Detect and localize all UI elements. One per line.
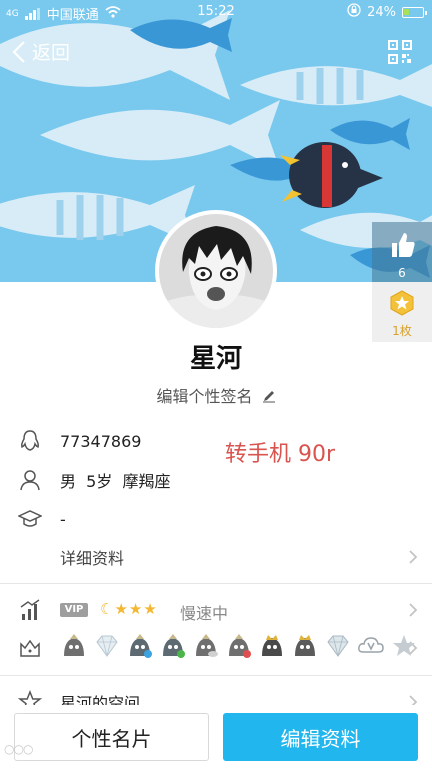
level-icons: ☾ ★ ★ ★ [100, 600, 157, 618]
crown-icon [20, 639, 40, 657]
cloud-v-badge-icon [358, 637, 384, 653]
personal-card-button[interactable]: 个性名片 [14, 713, 209, 761]
section-divider [0, 675, 432, 676]
battery-percent: 24% [367, 4, 396, 20]
badge-count-button[interactable]: 1枚 [372, 282, 432, 342]
basic-info: 男 5岁 摩羯座 [60, 472, 171, 491]
star-medal-icon [390, 290, 414, 316]
penguin-badge-icon [262, 635, 282, 656]
top-navigation: 返回 [0, 24, 432, 76]
vip-badge: VIP [60, 603, 88, 617]
speed-status: 慢速中 [180, 604, 229, 623]
star-badge-icon [393, 635, 415, 656]
penguin-badge-icon [229, 634, 251, 658]
school-value: - [60, 509, 66, 529]
penguin-badge-icon [196, 634, 218, 657]
signature-edit[interactable]: 编辑个性签名 [0, 383, 432, 407]
edit-profile-button[interactable]: 编辑资料 [223, 713, 418, 761]
penguin-badge-icon [163, 634, 185, 658]
graduation-cap-icon [18, 510, 42, 527]
nickname: 星河 [189, 344, 242, 374]
moon-icon: ☾ [100, 600, 114, 618]
thumbs-up-icon [392, 233, 415, 257]
like-button[interactable]: 6 [372, 222, 432, 282]
person-icon [20, 470, 40, 491]
badge-count: 1枚 [392, 324, 412, 338]
back-button[interactable]: 返回 [12, 38, 70, 65]
star-icon: ★ [143, 600, 157, 618]
penguin-badge-icon [64, 634, 84, 656]
rotation-lock-icon [347, 3, 361, 21]
diamond-badge-icon [327, 635, 349, 657]
status-bar: 4G 中国联通 15:22 24% [0, 0, 432, 24]
bottom-action-bar: 个性名片 编辑资料 [0, 705, 432, 768]
pencil-icon [262, 391, 275, 403]
diamond-badge-icon [96, 635, 118, 657]
chevron-left-icon [12, 40, 25, 63]
basic-info-row: 男 5岁 摩羯座 [0, 461, 432, 499]
level-chart-icon [20, 599, 40, 620]
badge-list [60, 632, 418, 660]
avatar-image [159, 214, 273, 328]
chevron-right-icon [409, 603, 418, 617]
star-icon: ★ [128, 600, 143, 618]
star-icon: ★ [114, 600, 128, 618]
chevron-right-icon [409, 550, 418, 564]
like-count: 6 [398, 266, 406, 280]
school-row: - [0, 500, 432, 538]
overlay-dots-icon: ○○○ [4, 742, 33, 756]
penguin-badge-icon [295, 635, 315, 656]
qq-number: 77347869 [60, 431, 142, 451]
details-label: 详细资料 [60, 549, 125, 568]
penguin-badge-icon [130, 634, 152, 658]
details-row[interactable]: 详细资料 [0, 538, 432, 576]
signature-prompt: 编辑个性签名 [156, 387, 253, 406]
penguin-outline-icon [21, 430, 39, 451]
qr-code-icon[interactable] [388, 40, 412, 64]
battery-icon [402, 6, 427, 18]
avatar[interactable] [155, 210, 277, 332]
back-label: 返回 [32, 42, 71, 64]
qq-number-row: 77347869 [0, 422, 432, 460]
section-divider [0, 583, 432, 584]
